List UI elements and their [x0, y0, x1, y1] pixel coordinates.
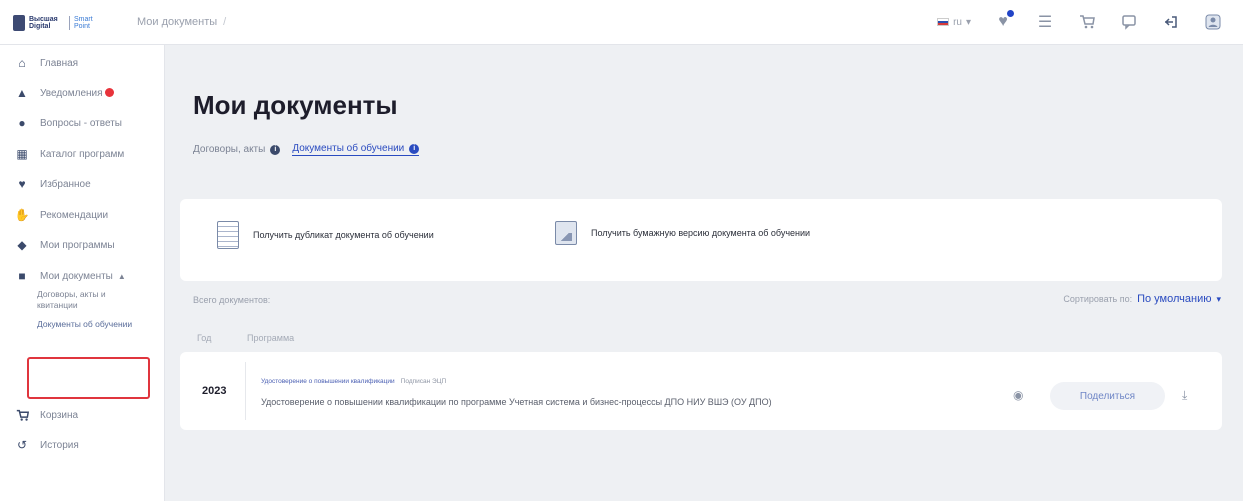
- document-tabs: Договоры, акты i Документы об обучении i: [193, 143, 420, 156]
- language-selector[interactable]: ru ▾: [937, 17, 971, 28]
- actions-panel: Получить дубликат документа об обучении …: [180, 199, 1222, 281]
- avatar[interactable]: [1203, 12, 1223, 32]
- sidebar-item-my-documents[interactable]: ■ Мои документы ▲: [0, 266, 165, 286]
- tab-education-documents[interactable]: Документы об обучении i: [292, 143, 420, 156]
- sidebar-item-label: Мои программы: [40, 239, 115, 251]
- notification-badge: [104, 87, 114, 97]
- column-header-program: Программа: [247, 333, 295, 343]
- header-toolbar: ru ▾ ♥ ☰: [937, 9, 1223, 34]
- thumbs-up-icon: ✋: [14, 208, 30, 222]
- tab-contracts[interactable]: Договоры, акты i: [193, 144, 281, 155]
- sidebar-item-label: Главная: [40, 57, 79, 69]
- folder-icon: ■: [18, 269, 26, 283]
- sidebar-item-history[interactable]: ↺ История: [0, 435, 165, 455]
- history-icon: ↺: [16, 438, 28, 452]
- flag-icon: [937, 18, 950, 26]
- sidebar-item-label: Рекомендации: [40, 209, 109, 221]
- sidebar-item-faq[interactable]: ● Вопросы - ответы: [0, 113, 165, 133]
- logout-icon[interactable]: [1161, 12, 1181, 32]
- cart-icon[interactable]: [1077, 12, 1097, 32]
- notification-dot: [1006, 9, 1015, 18]
- top-header: Высшая Digital Smart Point Мои документы…: [0, 0, 1243, 45]
- sidebar-item-my-programs[interactable]: ◆ Мои программы: [0, 235, 165, 255]
- document-title: Удостоверение о повышении квалификации п…: [261, 397, 772, 407]
- sidebar-item-label: Уведомления: [40, 87, 114, 99]
- sidebar-item-catalog[interactable]: ▦ Каталог программ: [0, 144, 165, 164]
- logo-mark: [13, 15, 25, 31]
- sidebar-item-home[interactable]: ⌂ Главная: [0, 53, 165, 73]
- image-document-icon: [555, 221, 577, 245]
- chevron-down-icon: ▾: [965, 16, 971, 28]
- action-label: Получить бумажную версию документа об об…: [591, 228, 811, 238]
- breadcrumb-item[interactable]: Мои документы: [137, 16, 217, 28]
- selection-highlight: [27, 357, 150, 399]
- language-code: ru: [953, 16, 962, 28]
- help-icon: ●: [18, 116, 26, 130]
- sidebar-item-label: Вопросы - ответы: [40, 117, 122, 129]
- sidebar-item-label: Каталог программ: [40, 148, 125, 160]
- tab-label: Договоры, акты: [193, 144, 266, 155]
- sidebar-item-favorites[interactable]: ♥ Избранное: [0, 174, 165, 194]
- breadcrumb-separator: /: [223, 16, 227, 28]
- sidebar: ⌂ Главная ▲ Уведомления ● Вопросы - отве…: [0, 45, 165, 501]
- download-icon[interactable]: ⤓: [1182, 388, 1187, 403]
- logo-divider: [69, 16, 70, 30]
- tab-label: Документы об обучении: [292, 143, 405, 154]
- notifications-label: Уведомления: [40, 87, 103, 99]
- my-documents-label: Мои документы: [40, 270, 113, 282]
- logo-text-primary: Высшая Digital: [29, 16, 58, 30]
- sidebar-item-label: История: [40, 439, 79, 451]
- catalog-icon: ▦: [16, 147, 28, 161]
- chevron-up-icon: ▲: [117, 271, 126, 281]
- sidebar-item-label: Избранное: [40, 178, 91, 190]
- column-header-year: Год: [197, 333, 212, 343]
- sidebar-item-notifications[interactable]: ▲ Уведомления: [0, 83, 165, 103]
- sort-label: Сортировать по:: [1063, 294, 1133, 304]
- info-icon[interactable]: i: [270, 144, 281, 155]
- row-divider: [245, 362, 246, 420]
- page-title: Мои документы: [193, 90, 398, 120]
- action-label: Получить дубликат документа об обучении: [253, 230, 434, 240]
- sidebar-subitem-education-docs[interactable]: Документы об обучении: [37, 319, 145, 330]
- sidebar-item-recommendations[interactable]: ✋ Рекомендации: [0, 205, 165, 225]
- sidebar-item-label: Мои документы ▲: [40, 271, 126, 282]
- home-icon: ⌂: [18, 56, 26, 70]
- document-row: 2023 Удостоверение о повышении квалифика…: [180, 352, 1222, 430]
- info-icon[interactable]: i: [409, 143, 420, 154]
- favorites-heart-icon[interactable]: ♥: [993, 9, 1015, 32]
- heart-icon: ♥: [18, 177, 26, 191]
- list-icon[interactable]: ☰: [1035, 12, 1055, 32]
- document-type: Удостоверение о повышении квалификации По…: [261, 378, 446, 385]
- document-year: 2023: [202, 385, 227, 397]
- document-icon: [217, 221, 239, 249]
- sidebar-subitem-contracts[interactable]: Договоры, акты и квитанции: [37, 289, 145, 311]
- share-button[interactable]: Поделиться: [1050, 382, 1165, 410]
- signature-tag: Подписан ЭЦП: [400, 378, 447, 385]
- total-documents-label: Всего документов:: [193, 295, 271, 305]
- chat-icon[interactable]: [1119, 12, 1139, 32]
- get-duplicate-action[interactable]: Получить дубликат документа об обучении: [217, 221, 434, 249]
- sidebar-item-label: Корзина: [40, 409, 79, 421]
- cart-icon: [15, 408, 29, 422]
- breadcrumb: Мои документы /: [137, 16, 226, 28]
- bell-icon: ▲: [16, 86, 28, 100]
- logo-text-secondary: Smart Point: [74, 16, 93, 30]
- sort-value[interactable]: По умолчанию: [1137, 293, 1211, 305]
- app-logo[interactable]: Высшая Digital Smart Point: [13, 14, 121, 32]
- document-type-text: Удостоверение о повышении квалификации: [261, 378, 395, 385]
- graduation-cap-icon: ◆: [17, 238, 27, 252]
- get-paper-version-action[interactable]: Получить бумажную версию документа об об…: [555, 221, 810, 245]
- sort-control[interactable]: Сортировать по: По умолчанию ▾: [1063, 293, 1221, 305]
- view-eye-icon[interactable]: ◉: [1013, 388, 1023, 402]
- sidebar-item-cart[interactable]: Корзина: [0, 405, 165, 425]
- chevron-down-icon[interactable]: ▾: [1216, 294, 1221, 305]
